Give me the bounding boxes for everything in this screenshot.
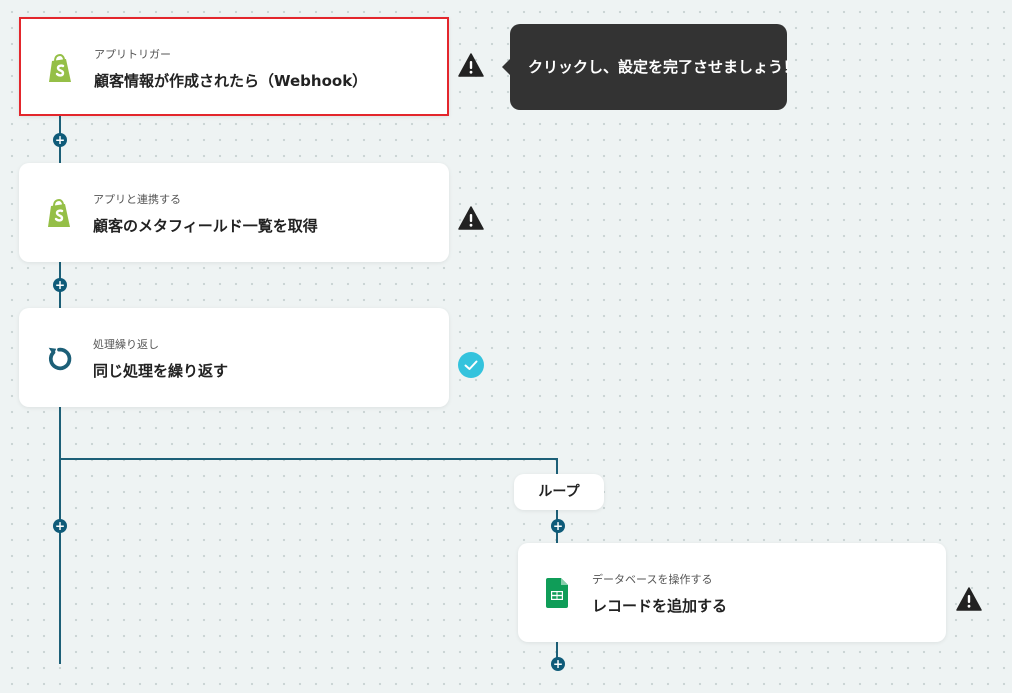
connector-line-branch-horizontal [59, 458, 558, 460]
step-card-get-metafields[interactable]: アプリと連携する 顧客のメタフィールド一覧を取得 [19, 163, 449, 262]
google-sheets-icon [546, 578, 568, 608]
warning-icon [458, 206, 484, 230]
check-circle-icon [458, 352, 484, 378]
step-title: レコードを追加する [592, 597, 728, 615]
add-loop-step-button[interactable]: + [551, 519, 565, 533]
tooltip-text: クリックし、設定を完了させましょう！ [528, 58, 799, 76]
step-card-trigger[interactable]: アプリトリガー 顧客情報が作成されたら（Webhook） [19, 17, 449, 116]
step-category: アプリと連携する [93, 193, 181, 206]
loop-label: ループ [514, 474, 604, 510]
tooltip: クリックし、設定を完了させましょう！ [502, 24, 798, 110]
loop-icon [48, 347, 72, 371]
step-title: 顧客情報が作成されたら（Webhook） [94, 72, 368, 90]
step-title: 同じ処理を繰り返す [93, 362, 229, 380]
tooltip-arrow [502, 59, 510, 75]
add-step-button[interactable]: + [53, 278, 67, 292]
shopify-icon [48, 199, 70, 227]
add-step-button[interactable]: + [53, 133, 67, 147]
step-category: 処理繰り返し [93, 338, 159, 351]
step-card-loop[interactable]: 処理繰り返し 同じ処理を繰り返す [19, 308, 449, 407]
warning-icon [956, 587, 982, 611]
step-title: 顧客のメタフィールド一覧を取得 [93, 217, 318, 235]
step-category: データベースを操作する [592, 573, 713, 586]
step-category: アプリトリガー [94, 48, 171, 61]
step-card-add-record[interactable]: データベースを操作する レコードを追加する [518, 543, 946, 642]
add-step-button[interactable]: + [53, 519, 67, 533]
shopify-icon [49, 54, 71, 82]
warning-icon [458, 53, 484, 77]
add-loop-step-button[interactable]: + [551, 657, 565, 671]
